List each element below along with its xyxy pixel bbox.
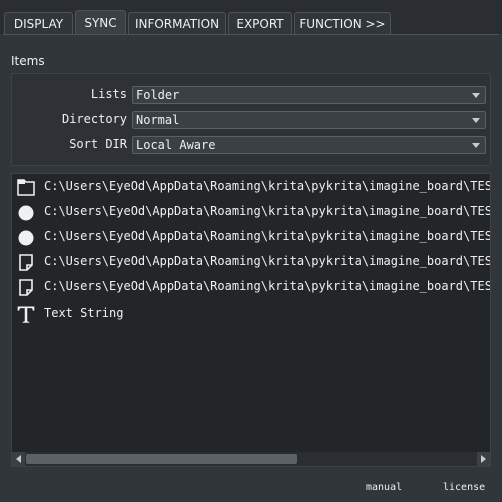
list-item[interactable]: C:\Users\EyeOd\AppData\Roaming\krita\pyk…	[12, 199, 491, 224]
tab-display-label: DISPLAY	[13, 16, 64, 31]
list-item[interactable]: C:\Users\EyeOd\AppData\Roaming\krita\pyk…	[12, 249, 491, 274]
lists-label: Lists	[90, 87, 127, 101]
circle-icon	[18, 205, 34, 221]
tab-function-label: FUNCTION >>	[299, 16, 386, 31]
directory-select-value: Normal	[136, 113, 180, 127]
tab-display[interactable]: DISPLAY	[4, 12, 73, 34]
list-item-text: C:\Users\EyeOd\AppData\Roaming\krita\pyk…	[44, 179, 491, 193]
tab-export[interactable]: EXPORT	[228, 12, 292, 34]
tab-export-label: EXPORT	[236, 16, 284, 31]
directory-select[interactable]: Normal	[132, 111, 486, 129]
list-item[interactable]: C:\Users\EyeOd\AppData\Roaming\krita\pyk…	[12, 224, 491, 249]
directory-label: Directory	[61, 112, 127, 126]
list-item-text: Text String	[44, 306, 124, 320]
tab-bar: DISPLAY SYNC INFORMATION EXPORT FUNCTION…	[0, 0, 502, 35]
chevron-down-icon	[472, 143, 480, 148]
circle-icon	[18, 230, 34, 246]
tab-sync-label: SYNC	[84, 16, 117, 30]
scroll-left-button[interactable]	[12, 452, 25, 466]
tab-function[interactable]: FUNCTION >>	[294, 12, 391, 34]
list-item-text: C:\Users\EyeOd\AppData\Roaming\krita\pyk…	[44, 279, 491, 293]
tab-information-label: INFORMATION	[134, 16, 220, 31]
tab-sync[interactable]: SYNC	[75, 10, 126, 35]
license-link[interactable]: license	[443, 482, 485, 493]
list-item[interactable]: Text String	[12, 301, 490, 326]
list-item-text: C:\Users\EyeOd\AppData\Roaming\krita\pyk…	[44, 204, 491, 218]
scrollbar-thumb[interactable]	[26, 454, 297, 464]
list-item[interactable]: C:\Users\EyeOd\AppData\Roaming\krita\pyk…	[12, 174, 491, 199]
chevron-down-icon	[472, 93, 480, 98]
scroll-right-button[interactable]	[477, 452, 490, 466]
sort-dir-select-value: Local Aware	[136, 138, 216, 152]
manual-link[interactable]: manual	[366, 482, 402, 493]
folder-icon	[17, 179, 35, 196]
file-icon	[19, 279, 33, 296]
chevron-down-icon	[472, 118, 480, 123]
items-section-title: Items	[11, 54, 45, 68]
list-item[interactable]: C:\Users\EyeOd\AppData\Roaming\krita\pyk…	[12, 274, 491, 299]
items-list[interactable]: C:\Users\EyeOd\AppData\Roaming\krita\pyk…	[11, 173, 491, 467]
arrow-left-icon	[16, 455, 21, 463]
sort-dir-label: Sort DIR	[69, 137, 127, 151]
sort-dir-select[interactable]: Local Aware	[132, 136, 486, 154]
horizontal-scrollbar[interactable]	[12, 452, 490, 466]
items-settings-group: Lists Folder Directory Normal Sort DIR L…	[11, 73, 491, 166]
tab-information[interactable]: INFORMATION	[128, 12, 226, 34]
file-icon	[19, 254, 33, 271]
list-item-text: C:\Users\EyeOd\AppData\Roaming\krita\pyk…	[44, 229, 491, 243]
lists-select[interactable]: Folder	[132, 86, 486, 104]
text-icon	[17, 306, 35, 323]
lists-select-value: Folder	[136, 88, 180, 102]
list-item-text: C:\Users\EyeOd\AppData\Roaming\krita\pyk…	[44, 254, 491, 268]
arrow-right-icon	[481, 455, 486, 463]
